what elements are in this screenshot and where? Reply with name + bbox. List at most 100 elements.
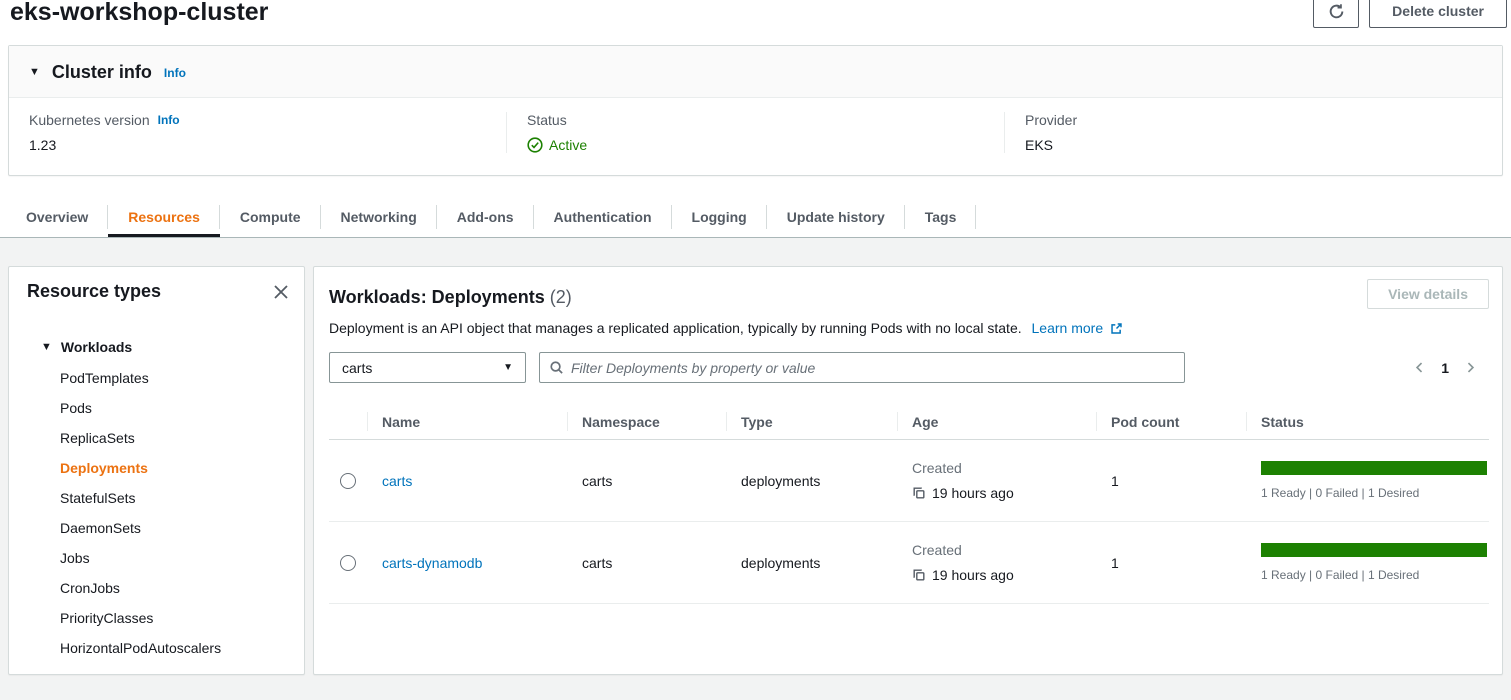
sidebar-item-horizontalpodautoscalers[interactable]: HorizontalPodAutoscalers [19, 633, 290, 663]
column-type: Type [726, 404, 897, 439]
namespace-filter-value: carts [342, 360, 372, 376]
sidebar-item-pods[interactable]: Pods [19, 393, 290, 423]
check-circle-icon [527, 137, 543, 153]
sidebar-item-replicasets[interactable]: ReplicaSets [19, 423, 290, 453]
tab-authentication[interactable]: Authentication [534, 196, 672, 237]
refresh-button[interactable] [1313, 0, 1359, 28]
tab-overview[interactable]: Overview [6, 196, 108, 237]
row-select-cell [329, 473, 367, 489]
refresh-icon [1328, 3, 1345, 20]
tree-items: PodTemplates Pods ReplicaSets Deployment… [19, 363, 290, 663]
cluster-info-info-link[interactable]: Info [164, 66, 186, 80]
tab-resources[interactable]: Resources [108, 196, 220, 237]
provider-label: Provider [1025, 112, 1502, 128]
namespace-filter-select[interactable]: carts ▼ [329, 352, 526, 383]
next-page-icon[interactable] [1464, 361, 1477, 374]
delete-cluster-button[interactable]: Delete cluster [1369, 0, 1507, 28]
header-actions: Delete cluster [1313, 0, 1507, 28]
age-cell: Created 19 hours ago [897, 542, 1096, 583]
row-radio-button[interactable] [340, 473, 356, 489]
type-cell: deployments [726, 555, 897, 571]
column-namespace: Namespace [567, 404, 726, 439]
deployments-header: Workloads: Deployments (2) View details [329, 279, 1489, 309]
tab-bar: Overview Resources Compute Networking Ad… [0, 196, 1511, 238]
external-link-icon [1110, 322, 1123, 338]
deployments-title: Workloads: Deployments (2) [329, 287, 572, 308]
age-cell: Created 19 hours ago [897, 460, 1096, 501]
status-field: Status Active [506, 112, 1004, 153]
status-label: Status [527, 112, 1004, 128]
status-text: 1 Ready | 0 Failed | 1 Desired [1261, 568, 1487, 582]
cluster-info-header[interactable]: ▼ Cluster info Info [9, 46, 1502, 98]
deployment-link[interactable]: carts-dynamodb [382, 555, 482, 571]
cluster-info-title: Cluster info [52, 62, 152, 83]
chevron-down-icon: ▼ [41, 342, 52, 353]
deployments-count: (2) [550, 287, 572, 307]
chevron-down-icon: ▼ [503, 362, 513, 373]
column-select [329, 404, 367, 439]
provider-value: EKS [1025, 137, 1502, 153]
kubernetes-version-info-link[interactable]: Info [158, 113, 180, 127]
cluster-info-section: ▼ Cluster info Info Kubernetes version I… [8, 45, 1503, 176]
view-details-button[interactable]: View details [1367, 279, 1489, 309]
namespace-cell: carts [567, 555, 726, 571]
provider-field: Provider EKS [1004, 112, 1502, 153]
sidebar-item-priorityclasses[interactable]: PriorityClasses [19, 603, 290, 633]
tree-group-workloads[interactable]: ▼ Workloads [19, 332, 290, 362]
sidebar-item-cronjobs[interactable]: CronJobs [19, 573, 290, 603]
column-age: Age [897, 404, 1096, 439]
sidebar-item-statefulsets[interactable]: StatefulSets [19, 483, 290, 513]
content-area: Resource types ▼ Workloads PodTemplates … [0, 238, 1511, 675]
filter-row: carts ▼ 1 [329, 352, 1489, 383]
tab-logging[interactable]: Logging [672, 196, 767, 237]
table-header-row: Name Namespace Type Age Pod count Status [329, 404, 1489, 440]
table-row: carts carts deployments Created 19 hours… [329, 440, 1489, 522]
copy-icon[interactable] [912, 568, 926, 582]
previous-page-icon[interactable] [1413, 361, 1426, 374]
table-row: carts-dynamodb carts deployments Created… [329, 522, 1489, 604]
row-radio-button[interactable] [340, 555, 356, 571]
pod-count-cell: 1 [1096, 555, 1246, 571]
deployments-panel: Workloads: Deployments (2) View details … [313, 266, 1503, 675]
close-icon[interactable] [272, 283, 290, 301]
kubernetes-version-field: Kubernetes version Info 1.23 [9, 112, 506, 153]
resource-tree: ▼ Workloads PodTemplates Pods ReplicaSet… [19, 332, 290, 663]
column-pod-count: Pod count [1096, 404, 1246, 439]
cluster-info-body: Kubernetes version Info 1.23 Status Acti… [9, 98, 1502, 175]
namespace-cell: carts [567, 473, 726, 489]
status-cell: 1 Ready | 0 Failed | 1 Desired [1246, 461, 1489, 500]
sidebar-item-daemonsets[interactable]: DaemonSets [19, 513, 290, 543]
sidebar-item-podtemplates[interactable]: PodTemplates [19, 363, 290, 393]
search-input[interactable] [571, 360, 1175, 376]
learn-more-link[interactable]: Learn more [1032, 320, 1123, 336]
deployments-description: Deployment is an API object that manages… [329, 320, 1489, 338]
sidebar-item-jobs[interactable]: Jobs [19, 543, 290, 573]
tab-add-ons[interactable]: Add-ons [437, 196, 534, 237]
status-bar [1261, 461, 1487, 475]
resource-types-header: Resource types [19, 281, 290, 302]
chevron-down-icon: ▼ [29, 67, 40, 78]
deployments-table: Name Namespace Type Age Pod count Status… [329, 404, 1489, 604]
current-page[interactable]: 1 [1441, 360, 1449, 376]
tab-update-history[interactable]: Update history [767, 196, 905, 237]
status-bar [1261, 543, 1487, 557]
tab-networking[interactable]: Networking [321, 196, 437, 237]
page-title: eks-workshop-cluster [10, 0, 268, 27]
resource-types-panel: Resource types ▼ Workloads PodTemplates … [8, 266, 305, 675]
search-box [539, 352, 1185, 383]
deployment-link[interactable]: carts [382, 473, 412, 489]
sidebar-item-deployments[interactable]: Deployments [19, 453, 290, 483]
kubernetes-version-label: Kubernetes version Info [29, 112, 506, 128]
resource-types-title: Resource types [27, 281, 161, 302]
row-select-cell [329, 555, 367, 571]
status-value: Active [527, 137, 1004, 153]
type-cell: deployments [726, 473, 897, 489]
tab-tags[interactable]: Tags [905, 196, 977, 237]
status-text: 1 Ready | 0 Failed | 1 Desired [1261, 486, 1487, 500]
tab-compute[interactable]: Compute [220, 196, 321, 237]
kubernetes-version-value: 1.23 [29, 137, 506, 153]
copy-icon[interactable] [912, 486, 926, 500]
page-top: eks-workshop-cluster Delete cluster ▼ Cl… [0, 0, 1511, 238]
page-header: eks-workshop-cluster Delete cluster [0, 0, 1511, 45]
search-icon [549, 360, 564, 375]
